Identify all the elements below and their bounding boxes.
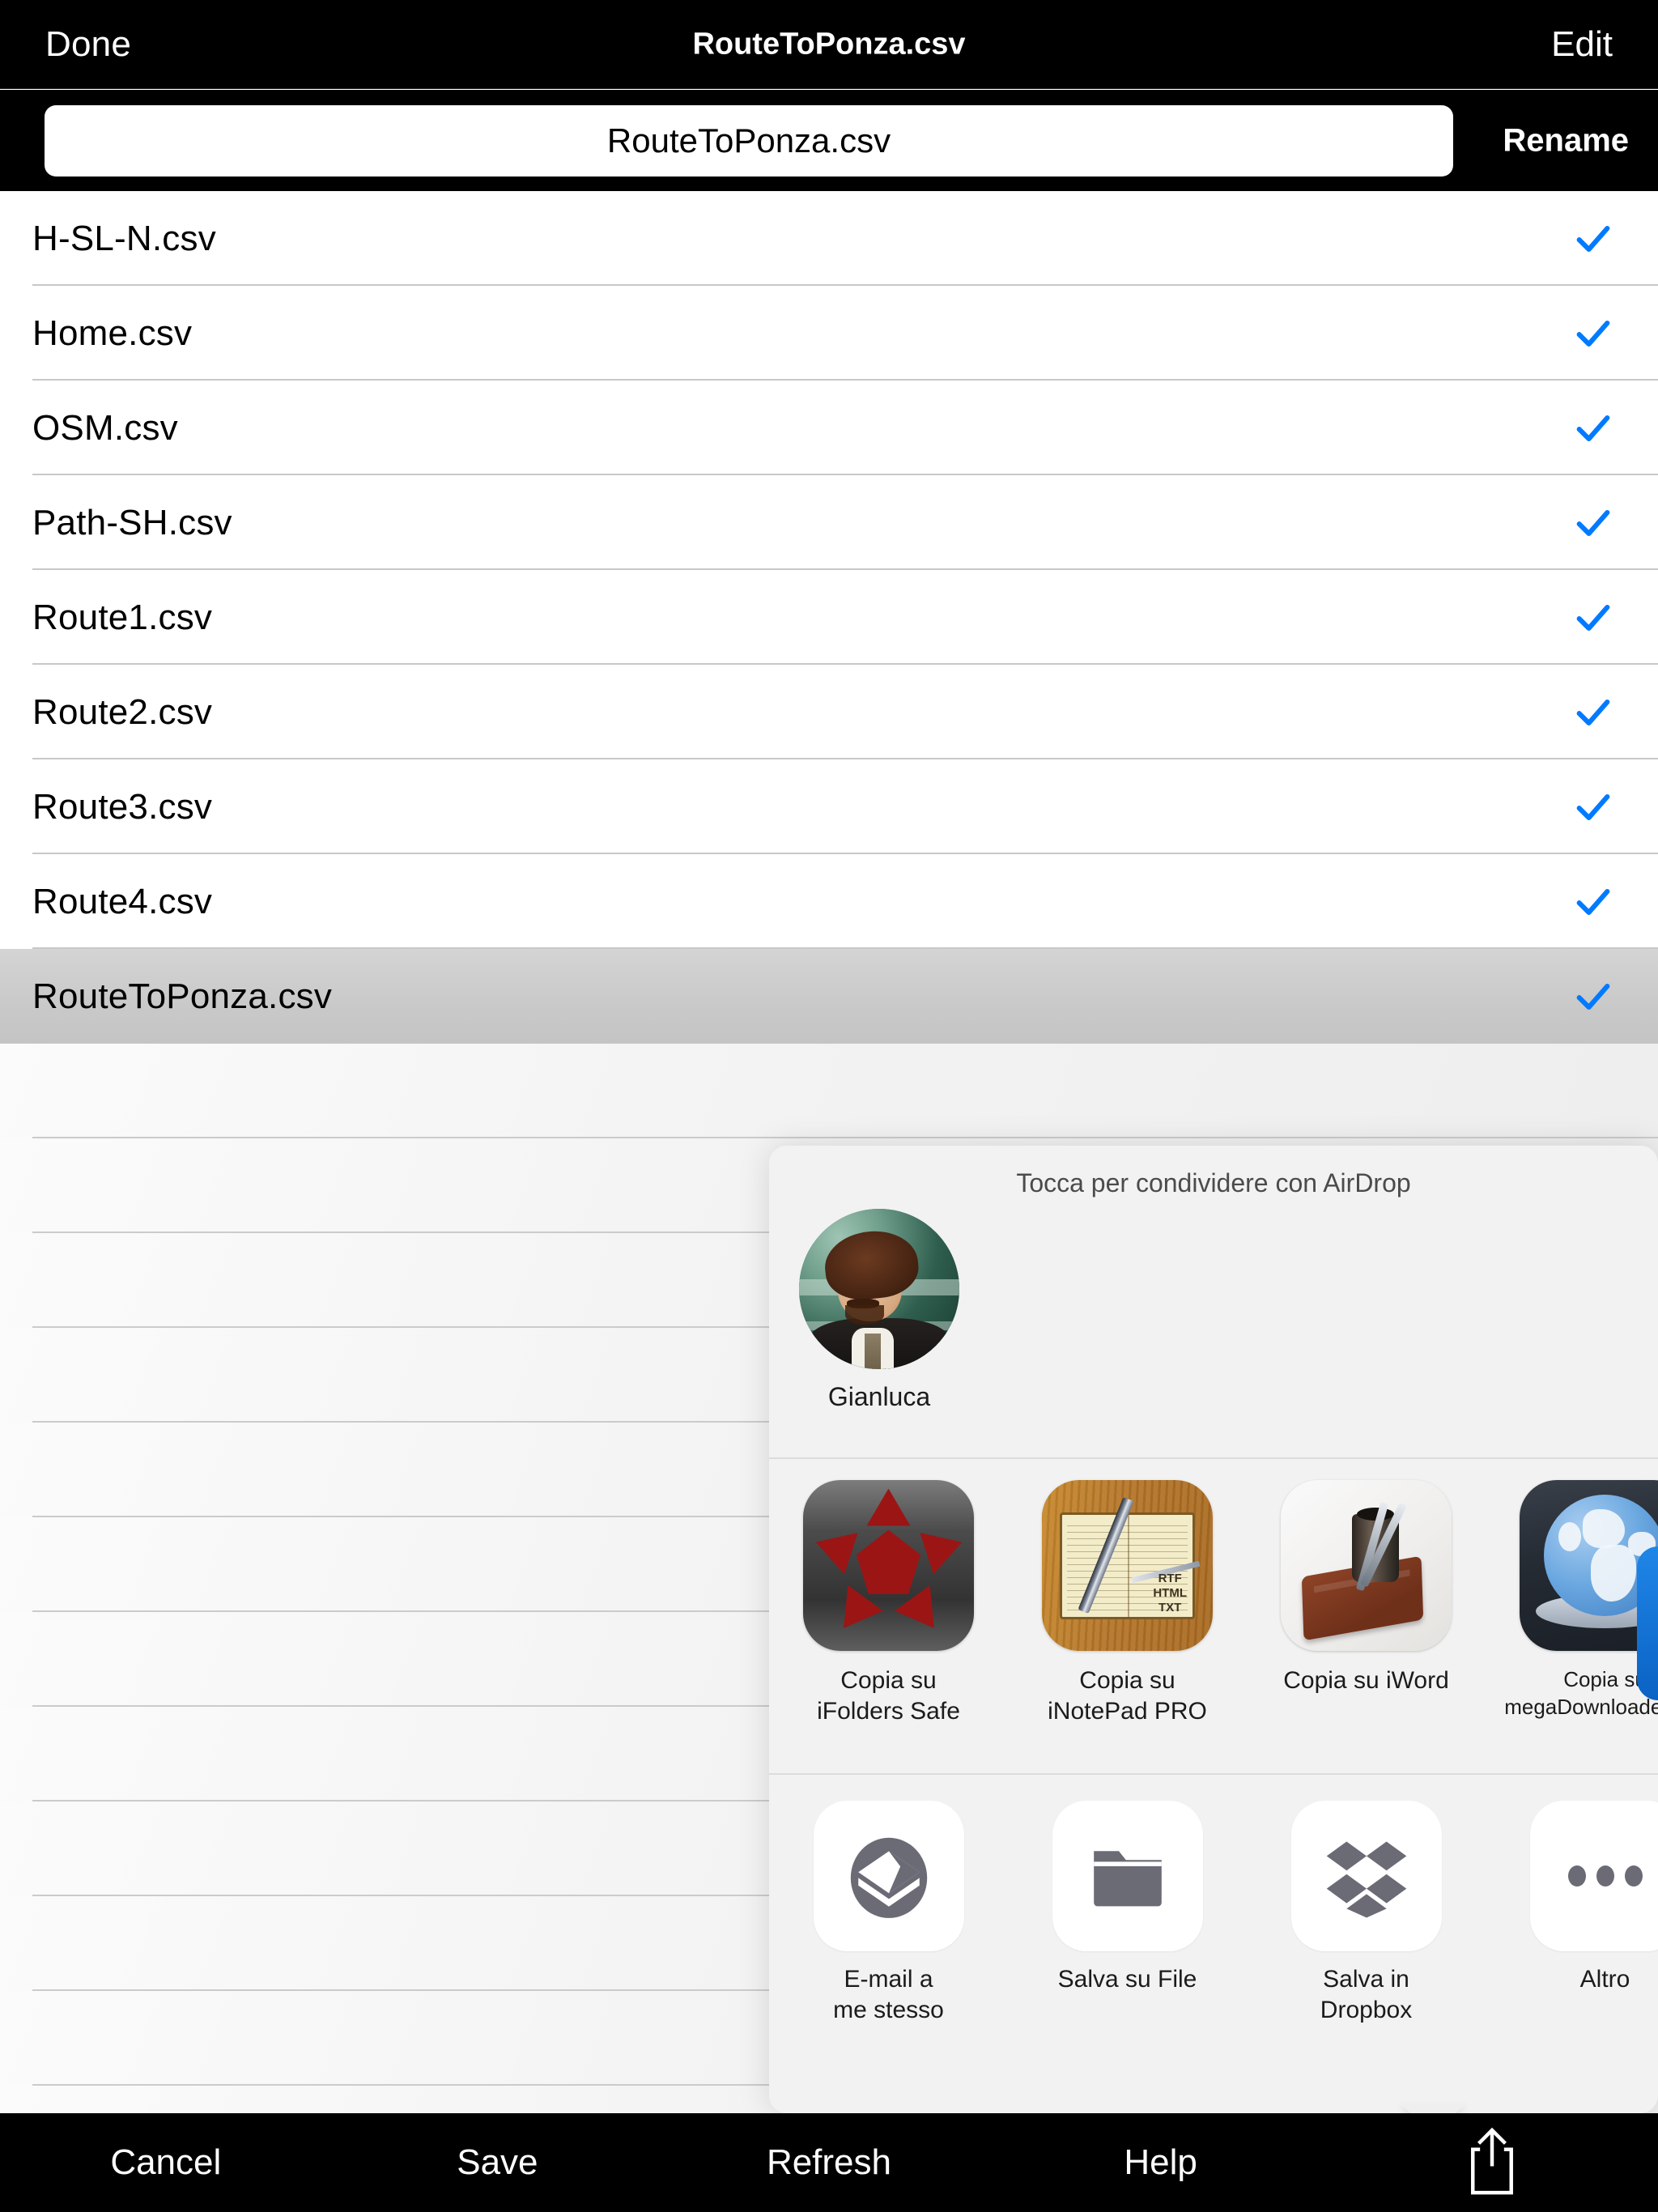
file-row-label: Home.csv: [32, 313, 193, 353]
share-action-more[interactable]: Altro: [1486, 1801, 1658, 2091]
airdrop-contact-name: Gianluca: [827, 1382, 931, 1411]
checkmark-icon[interactable]: [1572, 502, 1614, 544]
avatar: [799, 1209, 959, 1369]
share-sheet-popover: Tocca per condividere con AirDrop Gianlu…: [769, 1146, 1658, 2113]
dropbox-icon: [1290, 1801, 1442, 1951]
file-row[interactable]: Route3.csv: [0, 759, 1658, 854]
file-row-label: Path-SH.csv: [32, 502, 232, 542]
partial-app-icon[interactable]: [1637, 1546, 1658, 1700]
share-action-label: Salva su File: [1057, 1966, 1197, 1993]
save-button[interactable]: Save: [332, 2142, 664, 2183]
refresh-button[interactable]: Refresh: [663, 2142, 995, 2183]
file-row[interactable]: Route4.csv: [0, 854, 1658, 949]
file-row[interactable]: Route2.csv: [0, 665, 1658, 759]
share-app-label: Copia su iNotePad PRO: [1048, 1667, 1207, 1725]
share-app-iword[interactable]: Copia su iWord: [1247, 1480, 1486, 1773]
share-action-label: Salva in Dropbox: [1320, 1966, 1413, 2023]
share-button[interactable]: [1326, 2125, 1658, 2200]
empty-row: [0, 1044, 1658, 1138]
share-app-label: Copia su iFolders Safe: [817, 1667, 960, 1725]
help-button[interactable]: Help: [995, 2142, 1327, 2183]
share-apps-row: Copia su iFolders Safe RTF HTML TXT Copia s…: [769, 1459, 1658, 1775]
share-app-ifolders-safe[interactable]: Copia su iFolders Safe: [769, 1480, 1008, 1773]
share-app-label: Copia sumegaDownloader HD: [1504, 1667, 1658, 1719]
rename-button[interactable]: Rename: [1503, 122, 1629, 159]
file-row[interactable]: RouteToPonza.csv: [0, 949, 1658, 1044]
cancel-button[interactable]: Cancel: [0, 2142, 332, 2183]
file-row[interactable]: OSM.csv: [0, 381, 1658, 475]
file-row-label: Route1.csv: [32, 597, 213, 637]
share-app-megadownloader-hd[interactable]: Copia sumegaDownloader HD: [1486, 1480, 1658, 1773]
bottom-toolbar: Cancel Save Refresh Help: [0, 2113, 1658, 2212]
checkmark-icon[interactable]: [1572, 881, 1614, 923]
file-row-label: RouteToPonza.csv: [32, 976, 333, 1016]
file-row[interactable]: Route1.csv: [0, 570, 1658, 665]
edit-button[interactable]: Edit: [1551, 24, 1613, 65]
airdrop-contact-gianluca[interactable]: Gianluca: [798, 1209, 960, 1412]
share-app-inotepad-pro[interactable]: RTF HTML TXT Copia su iNotePad PRO: [1008, 1480, 1247, 1773]
checkmark-icon[interactable]: [1572, 407, 1614, 449]
ellipsis-icon: [1529, 1801, 1658, 1951]
rename-input[interactable]: [45, 105, 1453, 177]
top-navigation-bar: Done RouteToPonza.csv Edit: [0, 0, 1658, 89]
file-row-label: OSM.csv: [32, 407, 178, 448]
share-app-label: Copia su iWord: [1283, 1667, 1449, 1694]
iword-icon: [1281, 1480, 1452, 1651]
file-row-label: Route4.csv: [32, 881, 213, 921]
share-action-save-to-files[interactable]: Salva su File: [1008, 1801, 1247, 2091]
file-row[interactable]: H-SL-N.csv: [0, 191, 1658, 286]
folder-icon: [1052, 1801, 1203, 1951]
share-actions-row: E-mail a me stesso Salva su File Salva i…: [769, 1775, 1658, 2091]
share-action-label: E-mail a me stesso: [833, 1966, 944, 2023]
ifolders-safe-icon: [803, 1480, 974, 1651]
airdrop-caption: Tocca per condividere con AirDrop: [1016, 1168, 1411, 1197]
share-icon: [1463, 2125, 1521, 2200]
page-title: RouteToPonza.csv: [692, 27, 966, 61]
share-action-save-to-dropbox[interactable]: Salva in Dropbox: [1247, 1801, 1486, 2091]
inotepad-pro-icon: RTF HTML TXT: [1042, 1480, 1213, 1651]
checkmark-icon[interactable]: [1572, 786, 1614, 828]
checkmark-icon[interactable]: [1572, 597, 1614, 639]
checkmark-icon[interactable]: [1572, 218, 1614, 260]
file-row-label: Route2.csv: [32, 691, 213, 732]
file-row[interactable]: Home.csv: [0, 286, 1658, 381]
file-row[interactable]: Path-SH.csv: [0, 475, 1658, 570]
share-action-label: Altro: [1579, 1966, 1630, 1993]
share-action-email-to-self[interactable]: E-mail a me stesso: [769, 1801, 1008, 2091]
file-row-label: Route3.csv: [32, 786, 213, 827]
checkmark-icon[interactable]: [1572, 976, 1614, 1018]
rename-bar: Rename: [0, 90, 1658, 191]
file-row-label: H-SL-N.csv: [32, 218, 216, 258]
checkmark-icon[interactable]: [1572, 691, 1614, 734]
checkmark-icon[interactable]: [1572, 313, 1614, 355]
app-screen: Done RouteToPonza.csv Edit Rename H-SL-N…: [0, 0, 1658, 2212]
airdrop-section: Tocca per condividere con AirDrop Gianlu…: [769, 1146, 1658, 1459]
mail-icon: [813, 1801, 964, 1951]
